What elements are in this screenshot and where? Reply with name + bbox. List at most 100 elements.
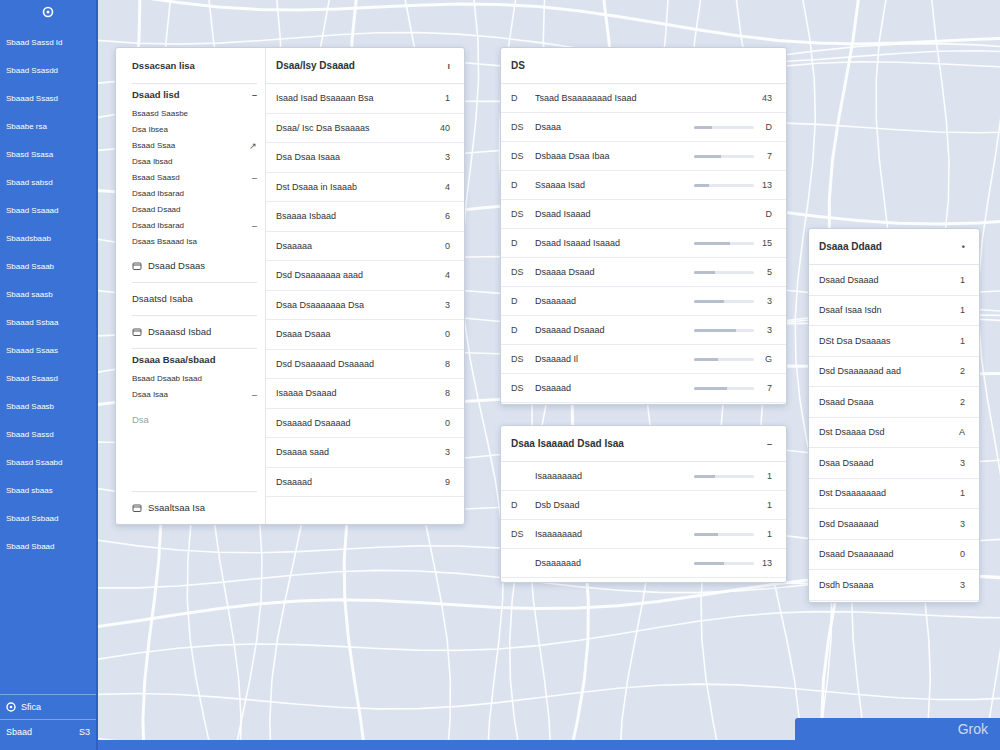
list-row[interactable]: Dst Dsaaaa DsdA [809,418,979,449]
nav-entry[interactable]: Dsaad lisd– [132,84,257,106]
list-row[interactable]: DSDsaaaad7 [501,374,786,403]
list-row[interactable]: Dsaa/ Isc Dsa Bsaaaas40 [266,114,464,144]
level-track[interactable] [694,126,754,129]
sidebar-item[interactable]: Sbaad Ssaaad [0,200,96,221]
nav-entry[interactable]: Bsaad Dsaab Isaad [132,371,257,387]
level-fill [694,562,724,565]
list-row[interactable]: Dsaa Dsaaaaaaa Dsa3 [266,291,464,321]
nav-entry[interactable]: Dsaad Dsaad [132,202,257,218]
level-track[interactable] [694,155,754,158]
list-row[interactable]: DDsaaaaad3 [501,287,786,316]
list-row[interactable]: Dsaaaad9 [266,468,464,498]
list-row[interactable]: Dsaaa Dsaaa0 [266,320,464,350]
level-track[interactable] [694,475,754,478]
list-row[interactable]: DSDsaaaD [501,113,786,142]
list-row[interactable]: Dsaad Dsaaaaaad0 [809,540,979,571]
list-row[interactable]: Isaaaa Dsaaad8 [266,379,464,409]
level-track[interactable] [694,300,754,303]
level-track[interactable] [694,358,754,361]
sidebar-item[interactable]: Sbaad saasb [0,284,96,305]
nav-entry[interactable]: Dsaa Isaa– [132,387,257,403]
list-row[interactable]: DSDsbaaa Dsaa Ibaa7 [501,142,786,171]
level-track[interactable] [694,329,754,332]
row-code: D [511,180,529,190]
nav-entry[interactable]: Dsaa Ibsad [132,154,257,170]
nav-entry[interactable]: Dsaad Ibsarad– [132,218,257,234]
list-row[interactable]: Dst Dsaaa in Isaaab4 [266,173,464,203]
list-row[interactable]: DSIsaaaaaaad1 [501,520,786,549]
list-row[interactable]: DSsaaaa Isad13 [501,171,786,200]
list-row[interactable]: DSt Dsa Dsaaaas1 [809,326,979,357]
list-row[interactable]: DTsaad Bsaaaaaaad Isaad43 [501,84,786,113]
row-label: Dsaaaad Il [535,354,688,364]
nav-entry[interactable]: Dsaad Dsaas [132,250,257,283]
list-row[interactable]: Dsaaaaa0 [266,232,464,262]
nav-entry[interactable]: Dsaad Ibsarad [132,186,257,202]
logo[interactable] [0,6,96,32]
sidebar-item[interactable]: Sbaad Sassd [0,424,96,445]
list-row[interactable]: DDsaaaad Dsaaad3 [501,316,786,345]
list-header: Dsaaa Ddaad• [809,229,979,265]
row-value: 1 [760,500,772,510]
row-value: A [953,427,965,437]
sidebar-item[interactable]: Sbaad Ssbaad [0,508,96,529]
sidebar-item[interactable]: Sbaaad Ssaas [0,340,96,361]
sidebar-item[interactable]: Sbaad Saasb [0,396,96,417]
nav-entry[interactable]: Dsaas Bsaaad Isa [132,234,257,250]
nav-entry[interactable]: Bsaad Saasd– [132,170,257,186]
sidebar-item[interactable]: Sbaaad Ssasd [0,88,96,109]
sidebar-item[interactable]: Sbaasd Ssaabd [0,452,96,473]
nav-entry[interactable]: Bsaad Ssaa↗ [132,138,257,154]
list-row[interactable]: Dsaa Dsaaad3 [809,448,979,479]
sidebar-item[interactable]: Sbaad sbaas [0,480,96,501]
list-row[interactable]: Dsaad Dsaaa2 [809,387,979,418]
map[interactable]: Dssacsan lisaDsaad lisd–Bsaasd SaasbeDsa… [98,0,1000,740]
list-row[interactable]: Dsaaf Isaa Isdn1 [809,296,979,327]
list-row[interactable]: Dsa Dsaa Isaaa3 [266,143,464,173]
level-track[interactable] [694,562,754,565]
nav-entry[interactable]: Dsa Ibsea [132,122,257,138]
nav-entry[interactable]: Dsa [132,403,257,436]
list-row[interactable]: Dsaaaa saad3 [266,438,464,468]
list-row[interactable]: DDsaad Isaaad Isaaad15 [501,229,786,258]
list-row[interactable]: DSDsaaaad IlG [501,345,786,374]
list-row[interactable]: DSDsaad IsaaadD [501,200,786,229]
list-row[interactable]: Dsaaaaaad13 [501,549,786,578]
level-track[interactable] [694,387,754,390]
sidebar-item[interactable]: Sbaaad Ssbaa [0,312,96,333]
sidebar-item[interactable]: Sbaabe rsa [0,116,96,137]
sidebar-item[interactable]: Sbaadsbaab [0,228,96,249]
nav-entry[interactable]: Ssaaltsaa Isa [132,491,257,524]
list-row[interactable]: Dsd Dsaaaaaad aad2 [809,357,979,388]
nav-entry[interactable]: Dsaaa Bsaa/sbaad [132,349,257,371]
list-row[interactable]: Dsaaaad Dsaaaad0 [266,409,464,439]
nav-entry[interactable]: Dssacsan lisa [132,48,257,84]
list-row[interactable]: Dsdh Dsaaaa3 [809,570,979,601]
list-row[interactable]: DSDsaaaa Dsaad5 [501,258,786,287]
sidebar-item[interactable]: Sbaad Sbaad [0,536,96,557]
list-row[interactable]: Bsaaaa Isbaad6 [266,202,464,232]
sidebar-item[interactable]: Sbaad Sassd Id [0,32,96,53]
sidebar-item[interactable]: Sbasd Ssasa [0,144,96,165]
sidebar-item[interactable]: Sbaad Ssasdd [0,60,96,81]
list-row[interactable]: DDsb Dsaad1 [501,491,786,520]
nav-entry[interactable]: Dsaaasd Isbad [132,316,257,349]
list-row[interactable]: Isaad Isad Bsaaaan Bsa1 [266,84,464,114]
level-track[interactable] [694,184,754,187]
list-row[interactable]: Dst Dsaaaaaaad1 [809,479,979,510]
sidebar-item[interactable]: Sbaad Ssaasd [0,368,96,389]
row-value: D [760,209,772,219]
list-row[interactable]: Dsd Dsaaaaad Dsaaaad8 [266,350,464,380]
sidebar-item[interactable]: Sbaad sabsd [0,172,96,193]
sidebar-footer-item[interactable]: Sfica [0,694,96,719]
level-track[interactable] [694,271,754,274]
sidebar-item[interactable]: Sbaad Ssaab [0,256,96,277]
list-row[interactable]: Isaaaaaaad1 [501,462,786,491]
nav-entry[interactable]: Dsaatsd Isaba [132,283,257,316]
list-row[interactable]: Dsd Dsaaaaaaa aaad4 [266,261,464,291]
level-track[interactable] [694,533,754,536]
level-track[interactable] [694,242,754,245]
nav-entry[interactable]: Bsaasd Saasbe [132,106,257,122]
list-row[interactable]: Dsaad Dsaaad1 [809,265,979,296]
list-row[interactable]: Dsd Dsaaaaad3 [809,509,979,540]
